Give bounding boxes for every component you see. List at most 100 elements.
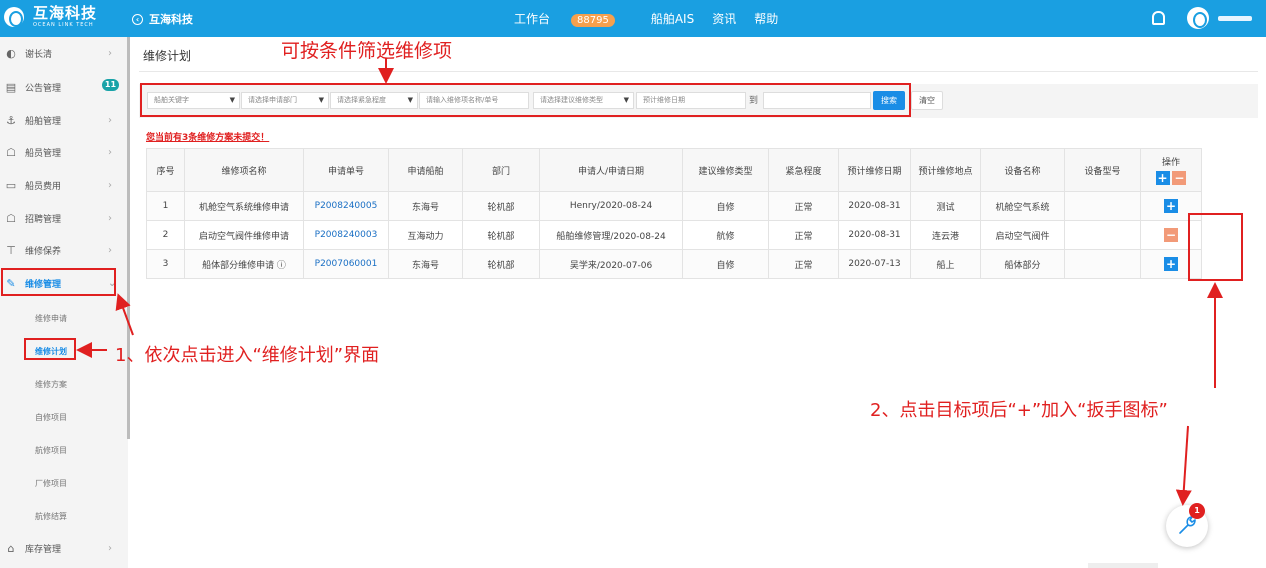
remove-all-button[interactable]: − xyxy=(1172,171,1187,185)
cell-dept: 轮机部 xyxy=(462,249,540,279)
filter-highlight-box xyxy=(140,83,911,117)
col-header: 设备型号 xyxy=(1064,148,1141,192)
notification-bell-icon[interactable] xyxy=(1150,10,1165,25)
add-to-wrench-button[interactable]: + xyxy=(1164,199,1178,213)
cell-device: 船体部分 xyxy=(980,249,1065,279)
cell-applicant: 船舶维修管理/2020-08-24 xyxy=(539,220,683,250)
cell-dept: 轮机部 xyxy=(462,220,540,250)
nav-news[interactable]: 资讯 xyxy=(712,10,736,27)
person-icon: ☖ xyxy=(6,145,16,159)
workbench-count-badge: 88795 xyxy=(571,14,615,27)
logo[interactable]: 互海科技 OCEAN LINK TECH xyxy=(4,6,97,28)
col-header: 紧急程度 xyxy=(768,148,839,192)
sidebar-item-ship[interactable]: ⚓ 船舶管理 › xyxy=(0,104,128,137)
anchor-icon: ⚓ xyxy=(6,113,16,127)
sidebar-item-maintenance[interactable]: ⊤ 维修保养 › xyxy=(0,234,128,267)
cell-no: 1 xyxy=(146,191,185,221)
cell-place: 连云港 xyxy=(910,220,981,250)
sidebar-item-label: 招聘管理 xyxy=(25,215,62,225)
sidebar-sub-voyage-settlement[interactable]: 航修结算 xyxy=(35,511,67,522)
cell-ship: 东海号 xyxy=(388,191,463,221)
cell-name: 船体部分维修申请 ⓘ xyxy=(184,249,304,279)
remove-from-wrench-button[interactable]: − xyxy=(1164,228,1178,242)
table-row[interactable]: 3 船体部分维修申请 ⓘ P2007060001 东海号 轮机部 吴学来/202… xyxy=(146,249,1202,279)
user-avatar[interactable] xyxy=(1187,7,1209,29)
add-to-wrench-button[interactable]: + xyxy=(1164,257,1178,271)
sidebar-item-crew[interactable]: ☖ 船员管理 › xyxy=(0,136,128,169)
col-header: 建议维修类型 xyxy=(682,148,769,192)
operation-highlight-box xyxy=(1188,213,1243,281)
add-all-button[interactable]: + xyxy=(1155,171,1170,185)
clear-button[interactable]: 清空 xyxy=(911,91,943,110)
sidebar-sub-self-repair[interactable]: 自修项目 xyxy=(35,412,67,423)
chevron-right-icon: › xyxy=(108,147,112,158)
cell-urgency: 正常 xyxy=(768,249,839,279)
sidebar-item-notice[interactable]: ▤ 公告管理 11 xyxy=(0,71,128,104)
unsubmitted-warning[interactable]: 您当前有3条维修方案未提交！ xyxy=(146,130,269,143)
notice-count-badge: 11 xyxy=(102,79,119,91)
cell-type: 航修 xyxy=(682,220,769,250)
cell-name: 机舱空气系统维修申请 xyxy=(184,191,304,221)
cell-device: 机舱空气系统 xyxy=(980,191,1065,221)
annotation-step1: 1、依次点击进入“维修计划”界面 xyxy=(115,345,380,366)
back-button[interactable]: ‹ 互海科技 xyxy=(132,11,193,27)
sidebar-item-inventory[interactable]: ⌂ 库存管理 › xyxy=(0,532,128,565)
cell-type: 自修 xyxy=(682,249,769,279)
cell-dept: 轮机部 xyxy=(462,191,540,221)
sidebar-sub-yard-repair[interactable]: 厂修项目 xyxy=(35,478,67,489)
sidebar-item-label: 公告管理 xyxy=(25,84,62,94)
order-link[interactable]: P2007060001 xyxy=(303,249,389,279)
sidebar: ◐ 谢长清 › ▤ 公告管理 11 ⚓ 船舶管理 › ☖ 船员管理 › ▭ 船员… xyxy=(0,37,128,568)
nav-workbench[interactable]: 工作台 88795 xyxy=(514,10,633,27)
divider xyxy=(139,71,1258,72)
col-header: 部门 xyxy=(462,148,540,192)
sidebar-item-label: 库存管理 xyxy=(25,545,62,555)
sidebar-user-name: 谢长清 xyxy=(25,50,53,60)
table-row[interactable]: 2 启动空气阀件维修申请 P2008240003 互海动力 轮机部 船舶维修管理… xyxy=(146,220,1202,250)
cell-model xyxy=(1064,220,1141,250)
cell-model xyxy=(1064,249,1141,279)
sidebar-sub-repair-request[interactable]: 维修申请 xyxy=(35,313,67,324)
chevron-right-icon: › xyxy=(108,213,112,224)
chevron-right-icon: › xyxy=(108,543,112,554)
sidebar-sub-repair-scheme[interactable]: 维修方案 xyxy=(35,379,67,390)
nav-ship-ais[interactable]: 船舶AIS xyxy=(651,10,694,27)
person-icon: ☖ xyxy=(6,211,16,225)
nav-help[interactable]: 帮助 xyxy=(754,10,778,27)
top-nav: 工作台 88795 船舶AIS 资讯 帮助 xyxy=(514,10,796,27)
col-header: 申请人/申请日期 xyxy=(539,148,683,192)
logo-subtitle: OCEAN LINK TECH xyxy=(33,22,94,28)
cell-ship: 互海动力 xyxy=(388,220,463,250)
user-logo-icon: ◐ xyxy=(6,46,16,60)
page-title: 维修计划 xyxy=(143,49,192,63)
sidebar-user[interactable]: ◐ 谢长清 › xyxy=(0,37,128,70)
notice-icon: ▤ xyxy=(5,80,17,94)
col-header: 设备名称 xyxy=(980,148,1065,192)
sidebar-item-label: 船员费用 xyxy=(25,182,62,192)
cell-no: 3 xyxy=(146,249,185,279)
cell-date: 2020-07-13 xyxy=(838,249,911,279)
sidebar-item-label: 船员管理 xyxy=(25,149,62,159)
sidebar-item-crew-fee[interactable]: ▭ 船员费用 › xyxy=(0,169,128,202)
cell-no: 2 xyxy=(146,220,185,250)
table-row[interactable]: 1 机舱空气系统维修申请 P2008240005 东海号 轮机部 Henry/2… xyxy=(146,191,1202,221)
cell-type: 自修 xyxy=(682,191,769,221)
sidebar-item-recruit[interactable]: ☖ 招聘管理 › xyxy=(0,202,128,235)
submenu-highlight-box xyxy=(24,338,76,360)
wallet-icon: ▭ xyxy=(5,178,17,192)
sidebar-sub-voyage-repair[interactable]: 航修项目 xyxy=(35,445,67,456)
wrench-count-badge: 1 xyxy=(1189,503,1205,519)
menu-highlight-box xyxy=(1,268,116,296)
cell-place: 测试 xyxy=(910,191,981,221)
sidebar-item-label: 维修保养 xyxy=(25,247,62,257)
col-header: 申请船舶 xyxy=(388,148,463,192)
order-link[interactable]: P2008240005 xyxy=(303,191,389,221)
cell-applicant: Henry/2020-08-24 xyxy=(539,191,683,221)
table-header-row: 序号 维修项名称 申请单号 申请船舶 部门 申请人/申请日期 建议维修类型 紧急… xyxy=(146,148,1202,192)
col-header: 预计维修地点 xyxy=(910,148,981,192)
logo-name: 互海科技 xyxy=(33,4,98,22)
user-name-blurred[interactable] xyxy=(1218,16,1252,21)
order-link[interactable]: P2008240003 xyxy=(303,220,389,250)
cell-urgency: 正常 xyxy=(768,191,839,221)
sidebar-item-label: 船舶管理 xyxy=(25,117,62,127)
